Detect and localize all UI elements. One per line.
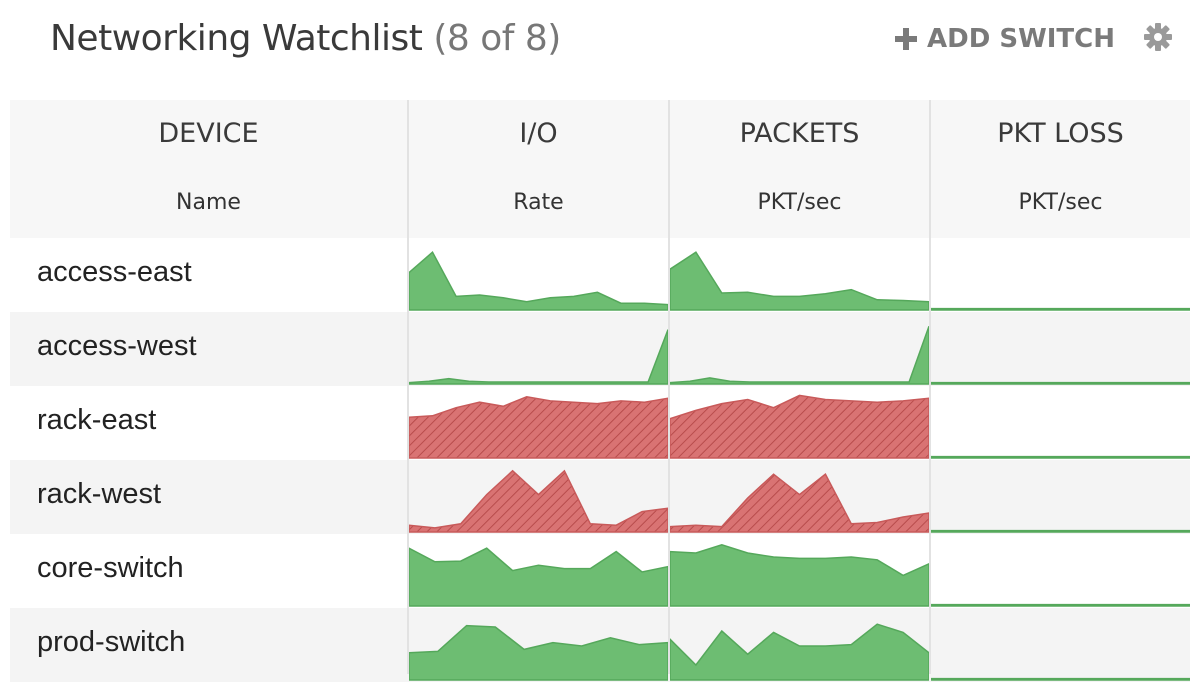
add-switch-button[interactable]: ADD SWITCH — [893, 24, 1115, 54]
column-label: I/O — [519, 118, 558, 149]
column-device[interactable]: DEVICE Name — [10, 100, 407, 238]
packets-sparkline — [670, 251, 929, 311]
table-row[interactable]: rack-east — [10, 386, 1190, 460]
plus-icon — [895, 28, 917, 50]
column-label: PKT LOSS — [997, 118, 1124, 149]
watchlist-count: (8 of 8) — [433, 18, 561, 59]
packets-area — [670, 473, 929, 533]
table-header: DEVICE Name I/O Rate PACKETS PKT/sec PKT… — [10, 100, 1190, 238]
loss-sparkline — [931, 381, 1190, 385]
io-area — [409, 396, 668, 459]
device-name: access-west — [37, 330, 197, 362]
packets-sparkline — [670, 394, 929, 459]
column-divider — [929, 100, 931, 674]
loss-sparkline — [931, 603, 1190, 607]
io-sparkline — [409, 469, 668, 533]
io-sparkline — [409, 251, 668, 311]
column-sublabel: PKT/sec — [757, 190, 842, 215]
packets-area — [670, 251, 929, 311]
device-name: rack-west — [37, 478, 162, 510]
io-sparkline — [409, 329, 668, 385]
column-pkt-loss[interactable]: PKT LOSS PKT/sec — [931, 100, 1190, 238]
gear-icon[interactable] — [1143, 22, 1173, 52]
loss-area — [931, 307, 1190, 311]
device-name: rack-east — [37, 404, 157, 436]
column-sublabel: PKT/sec — [1018, 190, 1103, 215]
column-label: DEVICE — [158, 118, 259, 149]
io-area — [409, 624, 668, 681]
loss-sparkline — [931, 529, 1190, 533]
io-sparkline — [409, 624, 668, 681]
loss-area — [931, 455, 1190, 459]
column-io[interactable]: I/O Rate — [409, 100, 668, 238]
loss-area — [931, 677, 1190, 681]
loss-sparkline — [931, 677, 1190, 681]
loss-sparkline — [931, 307, 1190, 311]
packets-sparkline — [670, 544, 929, 607]
column-packets[interactable]: PACKETS PKT/sec — [670, 100, 929, 238]
add-switch-label: ADD SWITCH — [927, 24, 1115, 54]
packets-sparkline — [670, 623, 929, 681]
device-name: access-east — [37, 256, 192, 288]
watchlist-header: Networking Watchlist (8 of 8) ADD SWITCH — [0, 0, 1200, 100]
loss-area — [931, 529, 1190, 533]
watchlist-table: DEVICE Name I/O Rate PACKETS PKT/sec PKT… — [10, 100, 1190, 682]
column-label: PACKETS — [739, 118, 860, 149]
io-area — [409, 469, 668, 533]
column-divider — [668, 100, 670, 674]
page-title: Networking Watchlist (8 of 8) — [50, 18, 561, 59]
title-text: Networking Watchlist — [50, 18, 423, 59]
io-sparkline — [409, 396, 668, 459]
io-area — [409, 547, 668, 607]
device-name: core-switch — [37, 552, 184, 584]
io-sparkline — [409, 547, 668, 607]
packets-area — [670, 325, 929, 385]
packets-area — [670, 623, 929, 681]
loss-sparkline — [931, 455, 1190, 459]
packets-area — [670, 544, 929, 607]
table-row[interactable]: access-west — [10, 312, 1190, 386]
io-area — [409, 251, 668, 311]
table-row[interactable]: core-switch — [10, 534, 1190, 608]
packets-area — [670, 394, 929, 459]
packets-sparkline — [670, 473, 929, 533]
table-row[interactable]: access-east — [10, 238, 1190, 312]
device-name: prod-switch — [37, 626, 186, 658]
io-area — [409, 329, 668, 385]
table-row[interactable]: prod-switch — [10, 608, 1190, 682]
loss-area — [931, 381, 1190, 385]
column-sublabel: Name — [176, 190, 241, 215]
column-divider — [407, 100, 409, 674]
column-sublabel: Rate — [513, 190, 564, 215]
table-row[interactable]: rack-west — [10, 460, 1190, 534]
loss-area — [931, 603, 1190, 607]
packets-sparkline — [670, 325, 929, 385]
